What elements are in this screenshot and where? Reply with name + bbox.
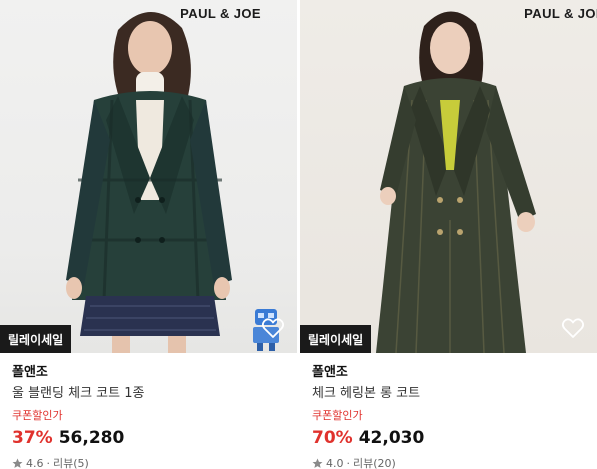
- product-card[interactable]: PAUL & JOE 릴레이세일 폴앤조 울 블랜딩 체크 코트 1종 쿠폰할인…: [0, 0, 297, 469]
- model-photo: [376, 11, 536, 353]
- separator: ·: [346, 456, 351, 469]
- brand-logo: PAUL & JOE: [180, 6, 261, 21]
- review-count: 리뷰(20): [353, 457, 396, 469]
- coupon-price-label: 쿠폰할인가: [12, 409, 63, 422]
- relay-sale-badge: 릴레이세일: [300, 325, 372, 353]
- separator: ·: [46, 456, 51, 469]
- brand-logo: PAUL & JOE: [524, 6, 597, 21]
- review-count: 리뷰(5): [53, 457, 89, 469]
- price-row: 70% 42,030: [312, 425, 585, 451]
- product-title[interactable]: 울 블랜딩 체크 코트 1종: [12, 383, 285, 405]
- product-info: 폴앤조 울 블랜딩 체크 코트 1종 쿠폰할인가 37% 56,280 4.6 …: [0, 353, 297, 469]
- relay-sale-badge: 릴레이세일: [0, 325, 72, 353]
- sale-price: 42,030: [358, 428, 425, 448]
- star-icon: [312, 458, 323, 468]
- product-info: 폴앤조 체크 헤링본 롱 코트 쿠폰할인가 70% 42,030 4.0 · 리…: [300, 353, 597, 469]
- product-brand: 폴앤조: [312, 365, 348, 380]
- rating-value: 4.6: [26, 456, 44, 469]
- model-photo: [66, 11, 232, 353]
- product-card[interactable]: PAUL & JOE 릴레이세일 폴앤조 체크 헤링본 롱 코트 쿠폰할인가 7…: [300, 0, 597, 469]
- product-brand: 폴앤조: [12, 365, 48, 380]
- sale-price: 56,280: [58, 428, 125, 448]
- discount-rate: 37%: [12, 428, 53, 448]
- rating-row: 4.6 · 리뷰(5): [12, 453, 285, 469]
- product-title[interactable]: 체크 헤링본 롱 코트: [312, 383, 585, 405]
- coupon-price-label: 쿠폰할인가: [312, 409, 363, 422]
- product-image[interactable]: PAUL & JOE 릴레이세일: [300, 0, 597, 353]
- price-row: 37% 56,280: [12, 425, 285, 451]
- wishlist-heart-icon[interactable]: [261, 317, 285, 339]
- wishlist-heart-icon[interactable]: [561, 317, 585, 339]
- product-image[interactable]: PAUL & JOE 릴레이세일: [0, 0, 297, 353]
- discount-rate: 70%: [312, 428, 353, 448]
- rating-row: 4.0 · 리뷰(20): [312, 453, 585, 469]
- star-icon: [12, 458, 23, 468]
- product-grid: PAUL & JOE 릴레이세일 폴앤조 울 블랜딩 체크 코트 1종 쿠폰할인…: [0, 0, 597, 469]
- rating-value: 4.0: [326, 456, 344, 469]
